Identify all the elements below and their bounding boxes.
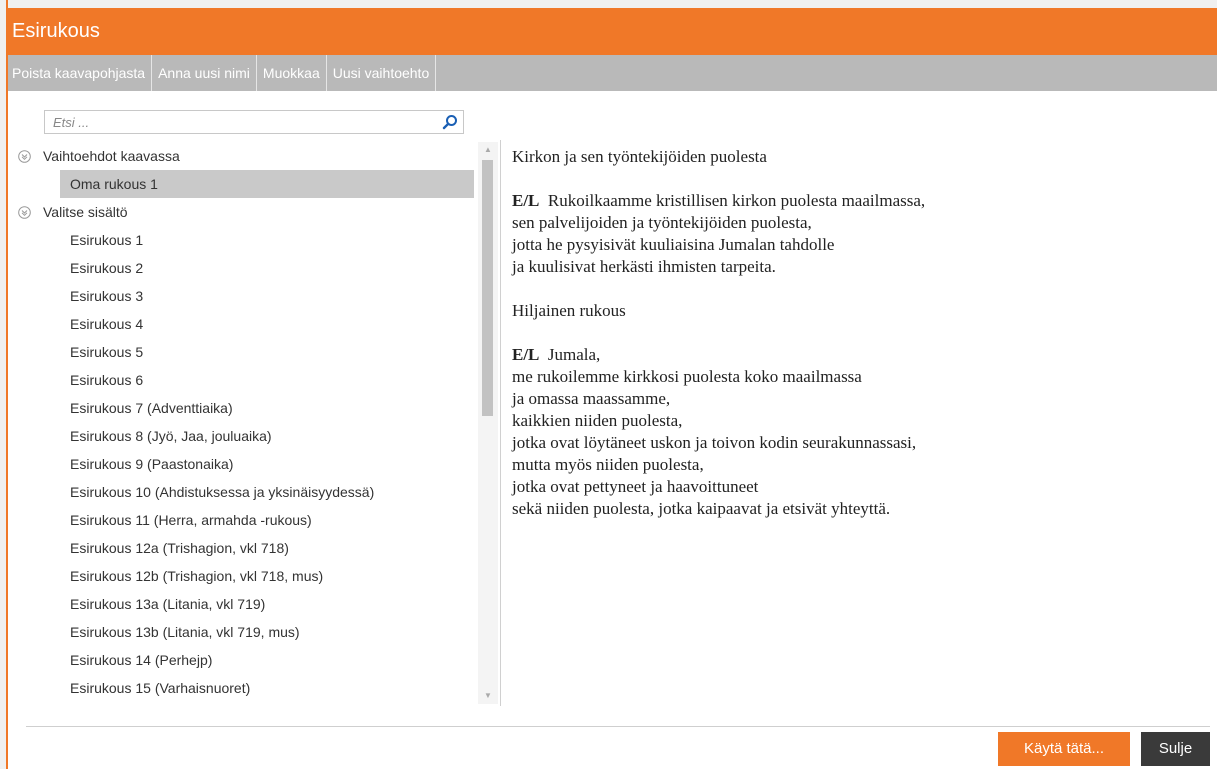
- prayer-heading: Kirkon ja sen työntekijöiden puolesta: [512, 147, 767, 166]
- collapse-chevron-icon[interactable]: [18, 205, 31, 219]
- prayer-line: jotta he pysyisivät kuuliaisina Jumalan …: [512, 235, 835, 254]
- edit-button[interactable]: Muokkaa: [259, 55, 327, 91]
- tree-item[interactable]: Esirukous 12a (Trishagion, vkl 718): [8, 534, 476, 562]
- scroll-up-arrow-icon[interactable]: ▲: [478, 142, 498, 158]
- tree-item[interactable]: Esirukous 15 (Varhaisnuoret): [8, 674, 476, 702]
- speaker-label: E/L: [512, 191, 540, 210]
- new-option-button[interactable]: Uusi vaihtoehto: [329, 55, 437, 91]
- tree-item[interactable]: Esirukous 10 (Ahdistuksessa ja yksinäisy…: [8, 478, 476, 506]
- rename-button[interactable]: Anna uusi nimi: [154, 55, 257, 91]
- close-button[interactable]: Sulje: [1141, 732, 1210, 766]
- tree-item[interactable]: Esirukous 3: [8, 282, 476, 310]
- prayer-line: mutta myös niiden puolesta,: [512, 455, 704, 474]
- tree-group-label: Vaihtoehdot kaavassa: [43, 148, 180, 164]
- prayer-line: Jumala,: [547, 345, 601, 364]
- prayer-preview: Kirkon ja sen työntekijöiden puolesta E/…: [512, 146, 1202, 706]
- silent-prayer-label: Hiljainen rukous: [512, 301, 626, 320]
- tree-item[interactable]: Esirukous 8 (Jyö, Jaa, jouluaika): [8, 422, 476, 450]
- dialog-title: Esirukous: [8, 8, 1217, 55]
- tree-item[interactable]: Esirukous 9 (Paastonaika): [8, 450, 476, 478]
- pane-splitter[interactable]: [500, 140, 501, 706]
- prayer-line: me rukoilemme kirkkosi puolesta koko maa…: [512, 367, 862, 386]
- prayer-paragraph-2: E/L Jumala, me rukoilemme kirkkosi puole…: [512, 344, 1202, 520]
- speaker-label: E/L: [512, 345, 540, 364]
- use-this-button[interactable]: Käytä tätä...: [998, 732, 1130, 766]
- search-icon[interactable]: [442, 114, 458, 130]
- tree-group-options-in-template[interactable]: Vaihtoehdot kaavassa: [8, 142, 476, 170]
- tree-item[interactable]: Esirukous 1: [8, 226, 476, 254]
- scrollbar-thumb[interactable]: [482, 160, 493, 416]
- prayer-line: kaikkien niiden puolesta,: [512, 411, 683, 430]
- tree-item[interactable]: Esirukous 5: [8, 338, 476, 366]
- window-top-strip: [0, 0, 1217, 8]
- prayer-line: ja kuulisivat herkästi ihmisten tarpeita…: [512, 257, 776, 276]
- tree-item-selected[interactable]: Oma rukous 1: [60, 170, 474, 198]
- tree-item[interactable]: Esirukous 4: [8, 310, 476, 338]
- tree-group-select-content[interactable]: Valitse sisältö: [8, 198, 476, 226]
- prayer-line: sekä niiden puolesta, jotka kaipaavat ja…: [512, 499, 891, 518]
- collapse-chevron-icon[interactable]: [18, 149, 31, 163]
- tree-item[interactable]: Esirukous 12b (Trishagion, vkl 718, mus): [8, 562, 476, 590]
- prayer-line: Rukoilkaamme kristillisen kirkon puolest…: [547, 191, 926, 210]
- prayer-line: jotka ovat löytäneet uskon ja toivon kod…: [512, 433, 917, 452]
- tree-item[interactable]: Esirukous 11 (Herra, armahda -rukous): [8, 506, 476, 534]
- search-box: [44, 110, 464, 134]
- tree-item[interactable]: Esirukous 7 (Adventtiaika): [8, 394, 476, 422]
- tree-item[interactable]: Esirukous 14 (Perhejp): [8, 646, 476, 674]
- template-tree: Vaihtoehdot kaavassa Oma rukous 1 Valits…: [8, 142, 476, 704]
- scroll-down-arrow-icon[interactable]: ▼: [478, 688, 498, 704]
- prayer-line: sen palvelijoiden ja työntekijöiden puol…: [512, 213, 812, 232]
- toolbar: Poista kaavapohjasta Anna uusi nimi Muok…: [8, 55, 1217, 91]
- tree-item[interactable]: Esirukous 2: [8, 254, 476, 282]
- prayer-line: jotka ovat pettyneet ja haavoittuneet: [512, 477, 759, 496]
- tree-group-label: Valitse sisältö: [43, 204, 128, 220]
- tree-item[interactable]: Esirukous 13a (Litania, vkl 719): [8, 590, 476, 618]
- tree-scrollbar[interactable]: ▲ ▼: [478, 142, 498, 704]
- remove-from-template-button[interactable]: Poista kaavapohjasta: [8, 55, 153, 91]
- search-input[interactable]: [45, 111, 433, 133]
- window-left-border: [0, 0, 8, 769]
- footer-divider: [26, 726, 1210, 727]
- tree-item[interactable]: Esirukous 13b (Litania, vkl 719, mus): [8, 618, 476, 646]
- prayer-line: ja omassa maassamme,: [512, 389, 671, 408]
- prayer-paragraph-1: E/L Rukoilkaamme kristillisen kirkon puo…: [512, 190, 1202, 278]
- tree-item[interactable]: Esirukous 6: [8, 366, 476, 394]
